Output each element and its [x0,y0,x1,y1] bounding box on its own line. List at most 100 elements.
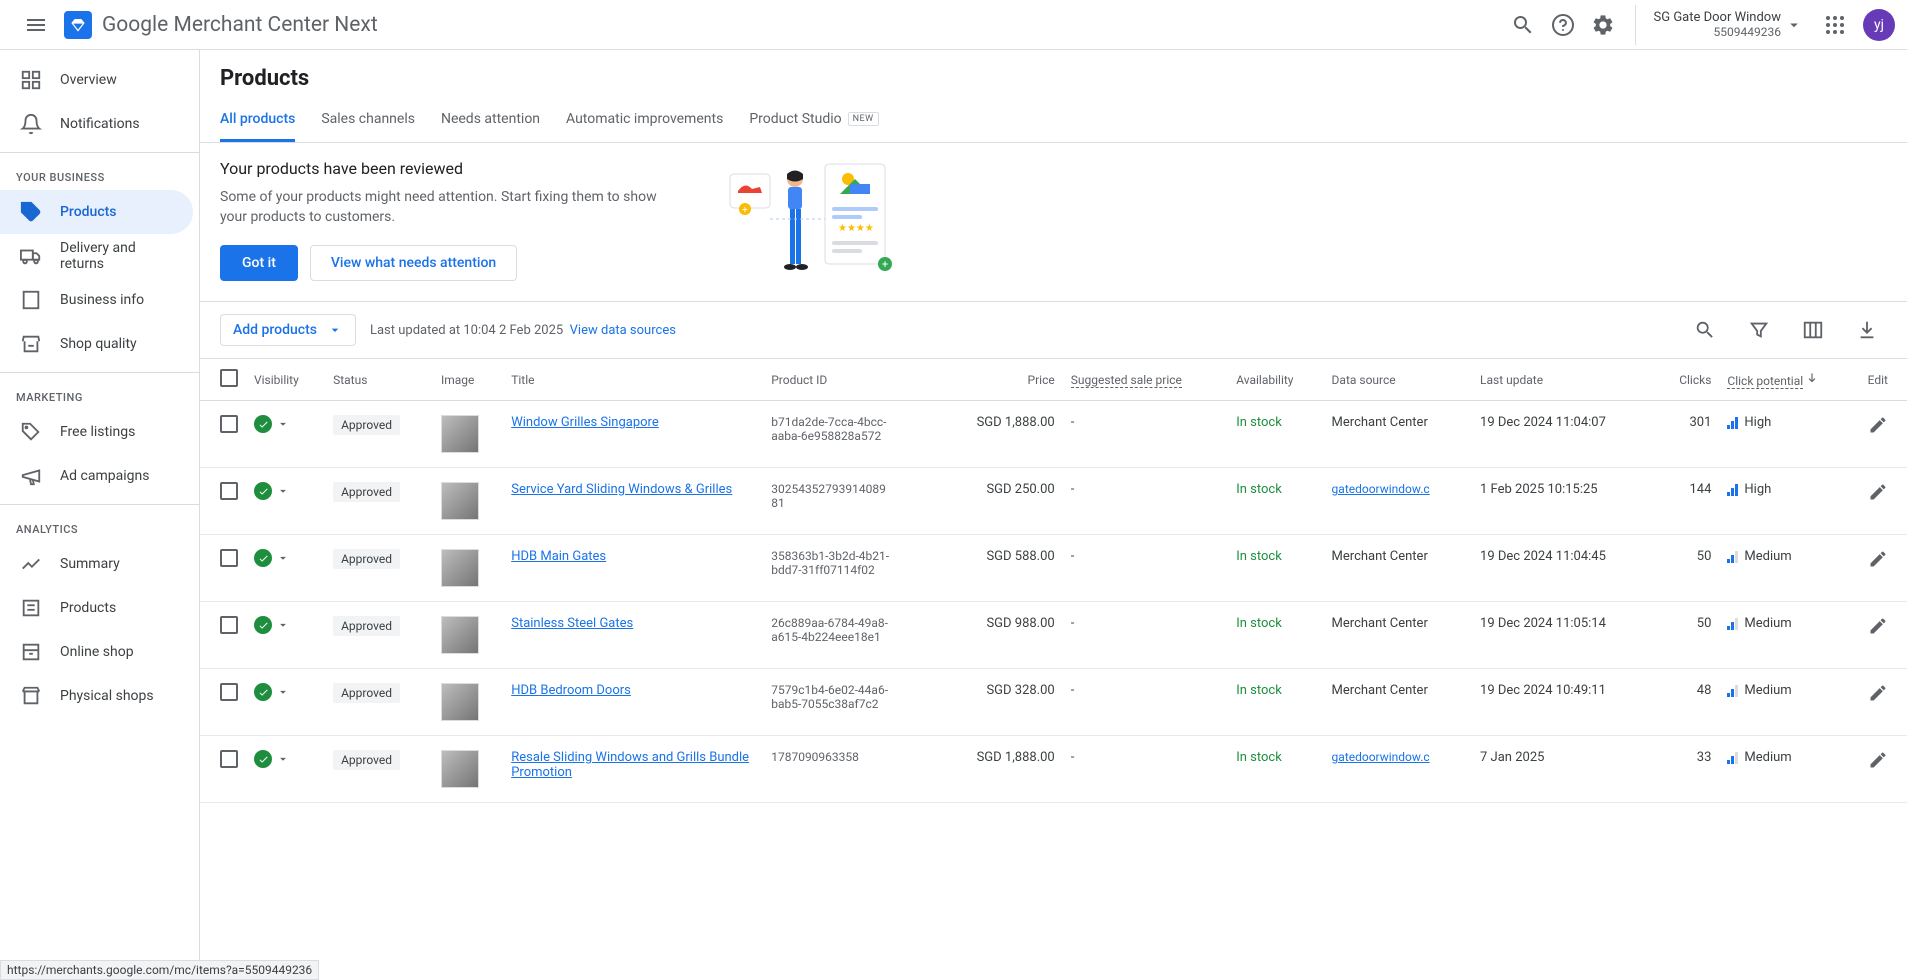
sort-desc-icon [1805,371,1819,385]
col-suggested-price[interactable]: Suggested sale price [1063,359,1228,401]
filter-button[interactable] [1739,310,1779,350]
sidebar-item-online-shop[interactable]: Online shop [0,630,193,674]
filter-icon [1748,319,1770,341]
tab-all-products[interactable]: All products [220,99,295,142]
add-products-button[interactable]: Add products [220,314,356,346]
visibility-toggle[interactable] [254,683,317,701]
row-checkbox[interactable] [220,750,238,768]
availability-cell: In stock [1236,549,1282,564]
view-data-sources-link[interactable]: View data sources [570,323,676,338]
visibility-toggle[interactable] [254,415,317,433]
col-price[interactable]: Price [940,359,1063,401]
row-checkbox[interactable] [220,683,238,701]
col-last-update[interactable]: Last update [1472,359,1657,401]
account-avatar[interactable]: yj [1863,9,1895,41]
row-checkbox[interactable] [220,415,238,433]
visibility-toggle[interactable] [254,616,317,634]
columns-icon [1802,319,1824,341]
edit-button[interactable] [1868,616,1888,636]
row-checkbox[interactable] [220,616,238,634]
table-row: Approved HDB Main Gates 358363b1-3b2d-4b… [200,535,1907,602]
columns-button[interactable] [1793,310,1833,350]
app-logo[interactable]: Google Merchant Center Next [64,11,378,39]
col-click-potential[interactable]: Click potential [1719,359,1859,401]
row-checkbox[interactable] [220,549,238,567]
data-source-link[interactable]: gatedoorwindow.c [1332,482,1430,496]
col-clicks[interactable]: Clicks [1657,359,1720,401]
status-approved-icon [254,482,272,500]
product-title-link[interactable]: Service Yard Sliding Windows & Grilles [511,482,732,497]
tab-automatic-improvements[interactable]: Automatic improvements [566,99,723,142]
view-needs-attention-button[interactable]: View what needs attention [310,245,517,281]
bars-icon [1727,752,1738,764]
storefront-icon [20,641,42,663]
visibility-toggle[interactable] [254,482,317,500]
product-thumbnail[interactable] [441,616,479,654]
settings-button[interactable] [1583,5,1623,45]
sidebar-label: Delivery and returns [60,240,173,272]
chevron-down-icon [1785,16,1803,34]
download-button[interactable] [1847,310,1887,350]
search-button[interactable] [1503,5,1543,45]
col-title[interactable]: Title [503,359,763,401]
price-tag-icon [20,421,42,443]
data-source-link[interactable]: gatedoorwindow.c [1332,750,1430,764]
product-thumbnail[interactable] [441,683,479,721]
col-data-source[interactable]: Data source [1324,359,1472,401]
sidebar-item-free-listings[interactable]: Free listings [0,410,193,454]
col-visibility[interactable]: Visibility [246,359,325,401]
product-title-link[interactable]: Stainless Steel Gates [511,616,633,631]
product-thumbnail[interactable] [441,482,479,520]
edit-button[interactable] [1868,415,1888,435]
product-title-link[interactable]: HDB Main Gates [511,549,606,564]
edit-button[interactable] [1868,683,1888,703]
product-title-link[interactable]: Window Grilles Singapore [511,415,659,430]
apps-button[interactable] [1815,5,1855,45]
suggested-price-cell: - [1063,401,1228,468]
product-thumbnail[interactable] [441,549,479,587]
product-thumbnail[interactable] [441,415,479,453]
col-product-id[interactable]: Product ID [763,359,940,401]
sidebar-item-shop-quality[interactable]: Shop quality [0,322,193,366]
product-thumbnail[interactable] [441,750,479,788]
suggested-price-cell: - [1063,602,1228,669]
sidebar-item-physical-shops[interactable]: Physical shops [0,674,193,718]
col-edit[interactable]: Edit [1860,359,1907,401]
sidebar-label: Products [60,600,116,616]
merchant-logo-icon [64,11,92,39]
account-selector[interactable]: SG Gate Door Window 5509449236 [1635,5,1803,45]
edit-button[interactable] [1868,750,1888,770]
status-approved-icon [254,616,272,634]
visibility-toggle[interactable] [254,549,317,567]
got-it-button[interactable]: Got it [220,245,298,281]
col-status[interactable]: Status [325,359,433,401]
sidebar-item-overview[interactable]: Overview [0,58,193,102]
sidebar-item-delivery[interactable]: Delivery and returns [0,234,193,278]
table-search-button[interactable] [1685,310,1725,350]
sidebar-item-analytics-products[interactable]: Products [0,586,193,630]
visibility-toggle[interactable] [254,750,317,768]
col-image[interactable]: Image [433,359,503,401]
suggested-price-cell: - [1063,535,1228,602]
tab-needs-attention[interactable]: Needs attention [441,99,540,142]
sidebar-item-products[interactable]: Products [0,190,193,234]
edit-button[interactable] [1868,482,1888,502]
product-title-link[interactable]: HDB Bedroom Doors [511,683,631,698]
url-preview: https://merchants.google.com/mc/items?a=… [0,960,319,980]
tab-product-studio[interactable]: Product StudioNEW [749,99,878,142]
col-availability[interactable]: Availability [1228,359,1323,401]
tab-sales-channels[interactable]: Sales channels [321,99,415,142]
select-all-checkbox[interactable] [220,369,238,387]
edit-button[interactable] [1868,549,1888,569]
product-title-link[interactable]: Resale Sliding Windows and Grills Bundle… [511,750,749,780]
sidebar-item-business-info[interactable]: Business info [0,278,193,322]
sidebar-item-notifications[interactable]: Notifications [0,102,193,146]
hamburger-menu-button[interactable] [12,1,60,49]
sidebar-item-summary[interactable]: Summary [0,542,193,586]
row-checkbox[interactable] [220,482,238,500]
help-button[interactable] [1543,5,1583,45]
table-row: Approved Window Grilles Singapore b71da2… [200,401,1907,468]
click-potential-cell: High [1727,482,1851,497]
main-content: Products All productsSales channelsNeeds… [200,50,1907,980]
sidebar-item-ad-campaigns[interactable]: Ad campaigns [0,454,193,498]
